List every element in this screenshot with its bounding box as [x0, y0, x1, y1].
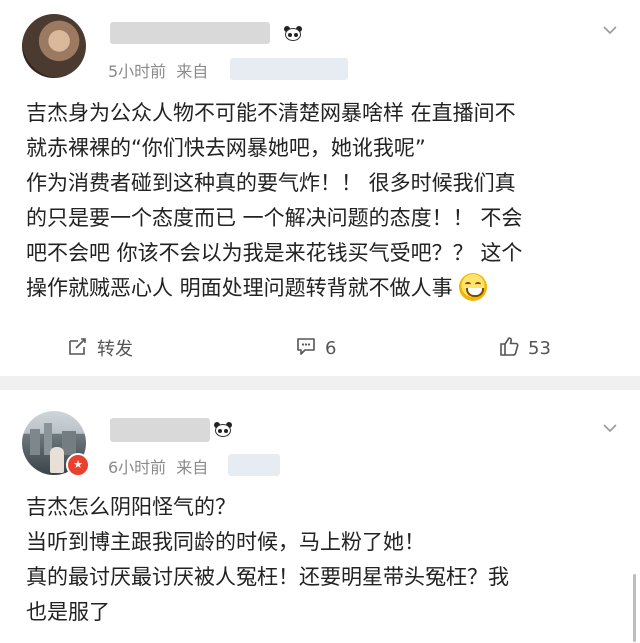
repost-button[interactable]: 转发 [67, 330, 133, 366]
panda-icon [284, 26, 302, 42]
avatar[interactable] [22, 14, 86, 78]
post-source-label: 来自 [176, 62, 209, 81]
panda-icon [214, 422, 232, 438]
post-card: 5小时前 来自 吉杰身为公众人物不可能不清楚网暴啥样 在直播间不 就赤裸裸的“你们… [0, 0, 640, 376]
post-card: ★ 6小时前 来自 吉杰怎么阴阳怪气的？ 当听到博主跟我同龄的时候，马上粉了她！ … [0, 390, 640, 643]
comment-icon [295, 335, 317, 362]
post-time: 5小时前 [108, 62, 167, 81]
verified-badge-icon: ★ [66, 453, 90, 477]
username-redacted[interactable] [110, 22, 270, 44]
source-redacted[interactable] [230, 58, 348, 80]
repost-label: 转发 [97, 339, 133, 360]
text-line: 操作就贼恶心人 明面处理问题转背就不做人事 [26, 276, 453, 300]
like-count: 53 [528, 337, 551, 359]
post-meta: 5小时前 来自 [108, 58, 208, 82]
source-redacted[interactable] [228, 454, 280, 476]
text-line: 的只是要一个态度而已 一个解决问题的态度！！ 不会 [26, 206, 523, 230]
post-text: 吉杰身为公众人物不可能不清楚网暴啥样 在直播间不 就赤裸裸的“你们快去网暴她吧，… [26, 96, 622, 306]
text-line: 吉杰怎么阴阳怪气的？ [26, 495, 236, 519]
like-button[interactable]: 53 [498, 330, 551, 366]
post-time: 6小时前 [108, 458, 167, 477]
text-line: 吉杰身为公众人物不可能不清楚网暴啥样 在直播间不 [26, 101, 516, 125]
grin-sweat-emoji-icon [458, 273, 487, 301]
edit-share-icon [67, 335, 89, 362]
text-line: 也是服了 [26, 600, 110, 624]
scrollbar[interactable] [633, 574, 636, 642]
text-line: 吧不会吧 你该不会以为我是来花钱买气受吧？？ 这个 [26, 241, 523, 265]
username-redacted[interactable] [110, 418, 210, 442]
thumbs-up-icon [498, 335, 520, 362]
post-text: 吉杰怎么阴阳怪气的？ 当听到博主跟我同龄的时候，马上粉了她！ 真的最讨厌最讨厌被… [26, 490, 622, 630]
post-divider [0, 376, 640, 390]
chevron-down-icon[interactable] [602, 420, 618, 436]
action-bar: 转发 6 53 [0, 330, 640, 366]
text-line: 就赤裸裸的“你们快去网暴她吧，她讹我呢” [26, 136, 426, 160]
comment-button[interactable]: 6 [295, 330, 336, 366]
text-line: 当听到博主跟我同龄的时候，马上粉了她！ [26, 530, 425, 554]
post-source-label: 来自 [176, 458, 209, 477]
text-line: 作为消费者碰到这种真的要气炸！！ 很多时候我们真 [26, 171, 516, 195]
comment-count: 6 [325, 337, 337, 359]
chevron-down-icon[interactable] [602, 22, 618, 38]
text-line: 真的最讨厌最讨厌被人冤枉！还要明星带头冤枉？我 [26, 565, 509, 589]
post-meta: 6小时前 来自 [108, 454, 208, 478]
